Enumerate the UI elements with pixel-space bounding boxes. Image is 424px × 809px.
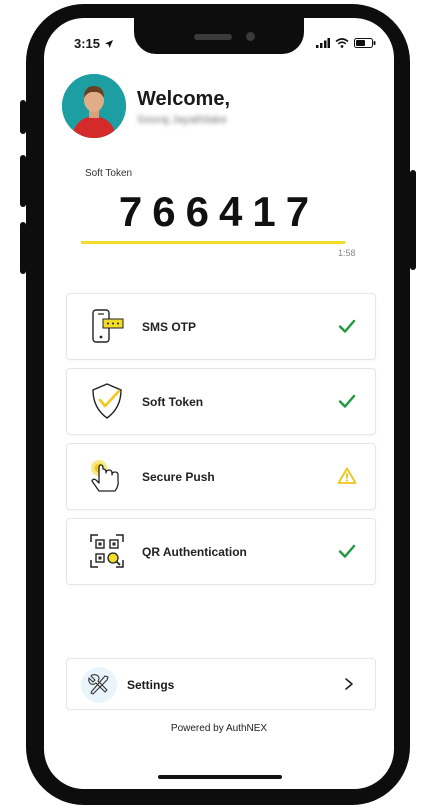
location-arrow-icon (104, 40, 113, 48)
token-code[interactable]: 766417 (104, 188, 334, 236)
user-photo (62, 74, 126, 138)
settings-label: Settings (127, 678, 175, 692)
shield-check-icon (92, 383, 122, 419)
wifi-icon (335, 38, 349, 48)
token-timer: 1:58 (338, 248, 356, 258)
qr-code-icon (90, 534, 124, 568)
notch (134, 18, 304, 54)
camera (246, 32, 255, 41)
method-label: QR Authentication (142, 545, 247, 559)
status-time: 3:15 (74, 36, 114, 51)
welcome-title: Welcome, (137, 88, 230, 110)
status-icons (316, 38, 376, 48)
volume-down-button (20, 222, 26, 274)
volume-up-button (20, 155, 26, 207)
power-button (410, 170, 416, 270)
method-label: Soft Token (142, 395, 204, 409)
check-icon (338, 394, 356, 408)
token-progress-bar (81, 241, 346, 244)
method-secure-push[interactable]: Secure Push (66, 443, 376, 510)
status-time-text: 3:15 (74, 36, 101, 51)
speaker (194, 34, 232, 40)
check-icon (338, 544, 356, 558)
settings-icon-container (81, 667, 117, 703)
wrench-screwdriver-icon (88, 674, 109, 695)
chevron-right-icon (345, 678, 353, 690)
method-sms-otp[interactable]: SMS OTP (66, 293, 376, 360)
phone-sms-icon (92, 309, 124, 343)
signal-icon (316, 38, 330, 48)
soft-token-label: Soft Token (85, 168, 133, 179)
app-screen: 3:15 Welcome, Sooraj Jayathilake Soft To… (44, 18, 394, 789)
method-soft-token[interactable]: Soft Token (66, 368, 376, 435)
method-qr-authentication[interactable]: QR Authentication (66, 518, 376, 585)
home-indicator[interactable] (158, 775, 282, 779)
avatar (62, 74, 126, 138)
settings-button[interactable]: Settings (66, 658, 376, 710)
mute-switch (20, 100, 26, 134)
method-label: Secure Push (142, 470, 215, 484)
user-name: Sooraj Jayathilake (137, 114, 227, 126)
battery-icon (354, 38, 376, 48)
check-icon (338, 319, 356, 333)
powered-by-footer: Powered by AuthNEX (170, 723, 268, 734)
tap-hand-icon (91, 460, 119, 492)
warning-icon (337, 467, 357, 484)
method-label: SMS OTP (142, 320, 197, 334)
